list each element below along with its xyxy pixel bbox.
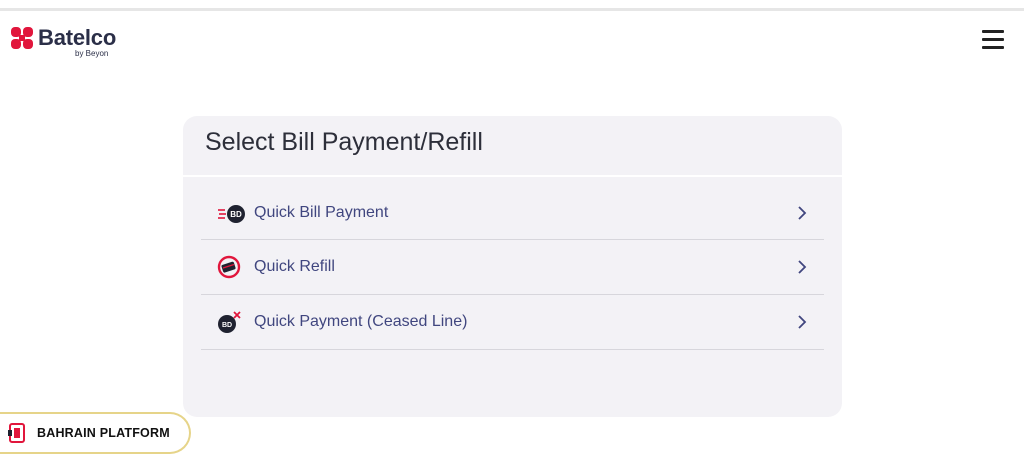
page: Batelco by Beyon Select Bill Payment/Ref… <box>0 0 1024 459</box>
brand-subtitle: by Beyon <box>75 49 109 58</box>
hamburger-menu-icon[interactable] <box>982 30 1004 50</box>
refill-icon <box>217 254 251 280</box>
bill-payment-card: Select Bill Payment/Refill BD Quick Bill… <box>183 116 842 417</box>
top-divider <box>0 8 1024 11</box>
payment-options-list: BD Quick Bill Payment Quick Refill BD Qu… <box>201 204 824 350</box>
chevron-right-icon <box>798 205 807 220</box>
ceased-line-payment-icon: BD <box>217 309 251 335</box>
bill-payment-icon: BD <box>217 200 251 226</box>
card-title: Select Bill Payment/Refill <box>205 128 483 156</box>
bahrain-platform-logo-icon <box>8 423 25 443</box>
chevron-right-icon <box>798 315 807 329</box>
bahrain-platform-badge: BAHRAIN PLATFORM <box>0 412 191 454</box>
brand-name: Batelco <box>38 25 117 50</box>
quick-payment-ceased-line-item[interactable]: BD Quick Payment (Ceased Line) <box>201 295 824 350</box>
quick-bill-payment-label: Quick Bill Payment <box>254 203 389 221</box>
svg-text:BD: BD <box>222 322 232 329</box>
svg-text:BD: BD <box>230 210 242 219</box>
card-header: Select Bill Payment/Refill <box>183 116 842 177</box>
quick-bill-payment-item[interactable]: BD Quick Bill Payment <box>201 186 824 240</box>
bahrain-platform-text: BAHRAIN PLATFORM <box>37 426 170 440</box>
quick-refill-label: Quick Refill <box>254 258 335 275</box>
batelco-logo-mark-icon <box>11 27 33 49</box>
chevron-right-icon <box>798 260 807 274</box>
quick-payment-ceased-line-label: Quick Payment (Ceased Line) <box>254 313 468 330</box>
quick-refill-item[interactable]: Quick Refill <box>201 240 824 295</box>
